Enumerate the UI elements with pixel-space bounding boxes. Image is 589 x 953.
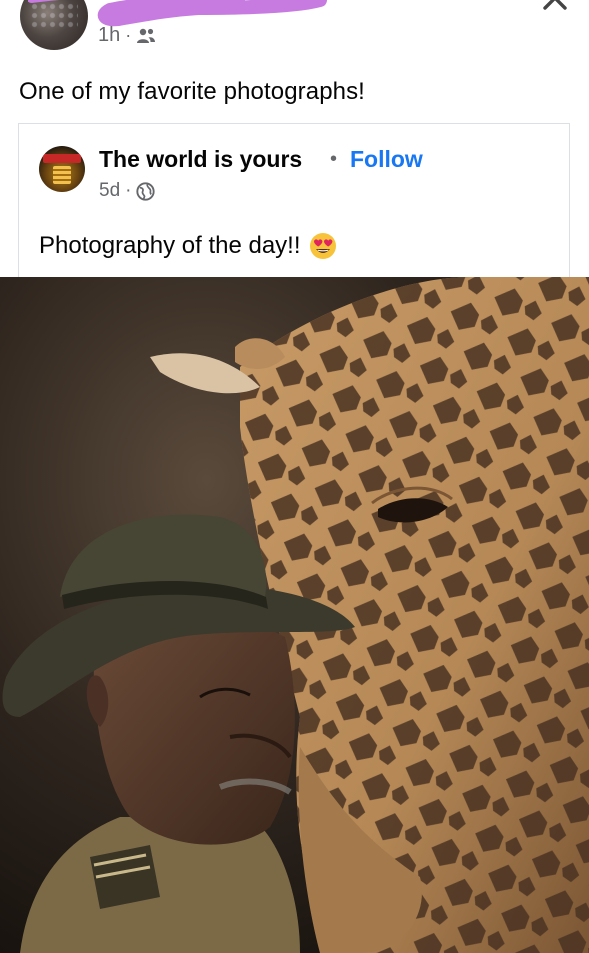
- post-header: 1h ·: [0, 0, 589, 60]
- shared-post-meta: 5d ·: [99, 180, 156, 202]
- meta-separator: ·: [125, 25, 132, 45]
- shared-post-caption: Photography of the day!!: [39, 232, 301, 259]
- page-name[interactable]: The world is yours: [99, 146, 302, 173]
- page-avatar[interactable]: [39, 146, 85, 192]
- meta-separator: ·: [125, 180, 132, 201]
- follow-separator: •: [330, 148, 338, 170]
- post-timestamp[interactable]: 1h: [98, 24, 120, 47]
- friends-icon: [137, 28, 156, 43]
- post-caption: One of my favorite photographs!: [19, 78, 365, 105]
- shared-post-timestamp[interactable]: 5d: [99, 180, 120, 202]
- follow-button[interactable]: Follow: [350, 146, 423, 173]
- post-meta: 1h ·: [98, 24, 156, 47]
- shared-post-text: Photography of the day!!: [39, 232, 337, 260]
- heart-eyes-emoji-icon: [309, 233, 336, 259]
- name-redaction-scribble: [28, 0, 327, 27]
- close-icon[interactable]: [541, 0, 569, 12]
- globe-icon: [136, 181, 156, 201]
- shared-post-card[interactable]: The world is yours • Follow 5d · Photogr…: [18, 123, 570, 283]
- post-photo[interactable]: [0, 277, 589, 953]
